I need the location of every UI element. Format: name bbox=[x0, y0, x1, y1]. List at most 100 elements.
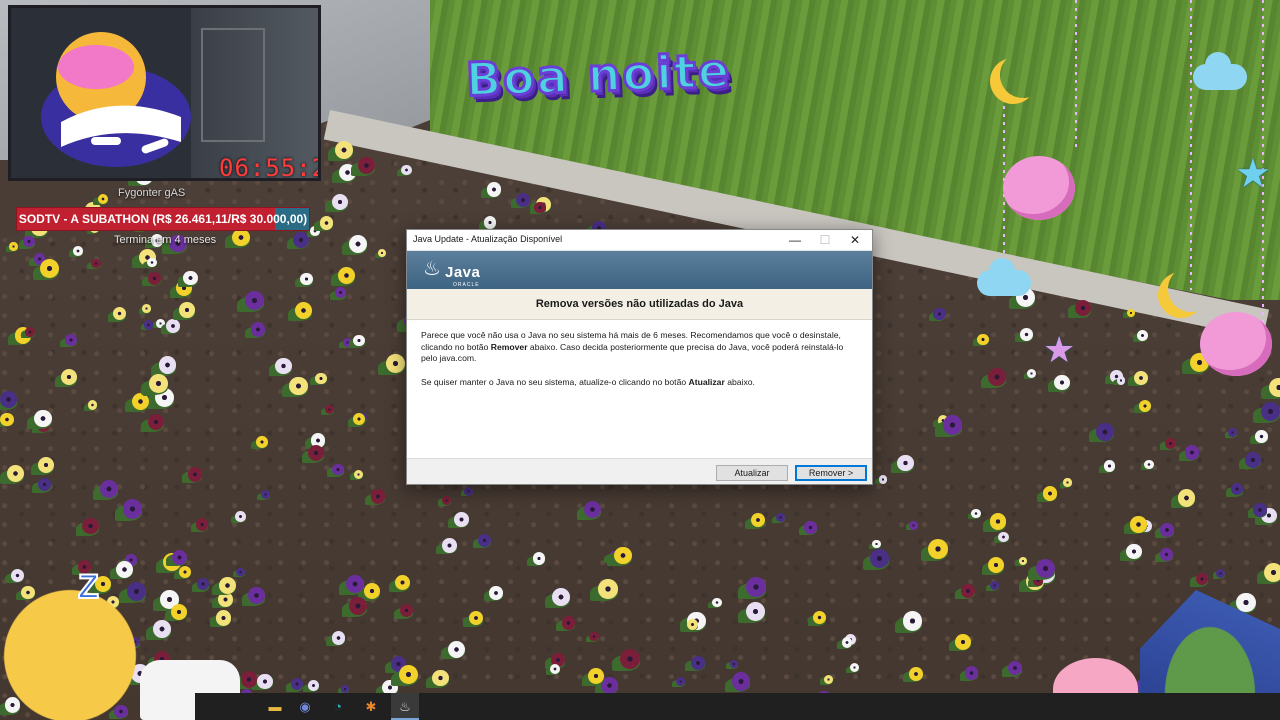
pansy bbox=[872, 540, 881, 549]
pansy bbox=[142, 304, 151, 313]
pansy bbox=[256, 436, 268, 448]
pansy bbox=[171, 603, 188, 620]
pansy bbox=[349, 597, 368, 615]
pansy bbox=[1160, 548, 1173, 561]
pansy bbox=[977, 333, 989, 346]
greeting-sticker: Boa noite bbox=[464, 42, 734, 108]
minimize-button[interactable]: — bbox=[780, 230, 810, 250]
pansy bbox=[878, 475, 888, 484]
pansy bbox=[1164, 438, 1176, 450]
java-logo-text: Java bbox=[445, 264, 481, 281]
pansy bbox=[960, 583, 975, 598]
pansy bbox=[152, 620, 171, 638]
pansy bbox=[532, 551, 546, 565]
subathon-label: SODTV - A SUBATHON (R$ 26.461,11/R$ 30.0… bbox=[18, 212, 308, 226]
pansy bbox=[971, 508, 981, 519]
pansy bbox=[147, 271, 162, 285]
pansy bbox=[1096, 422, 1114, 441]
pansy bbox=[236, 567, 245, 576]
java-cup-icon: ♨ bbox=[423, 258, 441, 280]
pansy bbox=[1126, 543, 1143, 560]
pansy bbox=[401, 165, 412, 176]
pansy bbox=[144, 320, 154, 330]
pansy bbox=[385, 354, 405, 373]
pansy bbox=[489, 586, 503, 600]
pansy bbox=[750, 513, 765, 528]
pansy bbox=[0, 412, 14, 427]
pansy bbox=[97, 193, 108, 204]
star-icon: ★ bbox=[1235, 152, 1271, 196]
zzz-icon: Z bbox=[77, 567, 100, 607]
dialog-body: Parece que você não usa o Java no seu si… bbox=[407, 320, 872, 458]
pansy bbox=[6, 464, 24, 483]
pansy bbox=[933, 307, 946, 321]
pansy bbox=[1063, 478, 1072, 487]
pansy bbox=[1184, 445, 1200, 460]
pansy bbox=[745, 602, 765, 622]
pansy bbox=[87, 399, 98, 410]
pansy bbox=[248, 587, 266, 604]
pansy bbox=[315, 372, 327, 385]
java-banner: ♨ Java ORACLE bbox=[407, 251, 872, 289]
pansy bbox=[147, 257, 157, 268]
remove-button[interactable]: Remover > bbox=[795, 465, 867, 481]
pansy bbox=[441, 495, 451, 505]
dialog-footer: Atualizar Remover > bbox=[407, 458, 872, 487]
pansy bbox=[1216, 568, 1226, 578]
app-icon[interactable]: ✱ bbox=[357, 693, 385, 720]
pansy bbox=[1020, 327, 1033, 341]
pink-sheep-icon bbox=[1003, 156, 1075, 220]
dialog-heading: Remova versões não utilizadas do Java bbox=[407, 289, 872, 320]
pansy bbox=[1134, 371, 1148, 386]
pansy bbox=[195, 518, 209, 531]
pansy bbox=[275, 358, 292, 375]
star-chain bbox=[1190, 0, 1192, 290]
pansy bbox=[1103, 460, 1116, 472]
cloud-icon bbox=[977, 258, 1031, 296]
pansy bbox=[1236, 593, 1256, 613]
pansy bbox=[9, 242, 18, 251]
moon-icon bbox=[1168, 266, 1214, 312]
webcam-shelf bbox=[201, 28, 265, 142]
pansy bbox=[955, 633, 972, 650]
oracle-logo-text: ORACLE bbox=[453, 282, 480, 288]
pansy bbox=[1054, 374, 1070, 391]
pansy bbox=[484, 216, 497, 229]
subathon-progress-bar: SODTV - A SUBATHON (R$ 26.461,11/R$ 30.0… bbox=[16, 207, 310, 231]
stream-timer: 06:55:25 bbox=[219, 154, 318, 181]
discord-icon[interactable]: ◉ bbox=[291, 693, 319, 720]
pansy bbox=[1144, 459, 1154, 469]
pansy bbox=[988, 368, 1006, 386]
java-icon[interactable]: ♨ bbox=[391, 693, 419, 720]
pansy bbox=[257, 673, 273, 689]
dialog-titlebar[interactable]: Java Update - Atualização Disponível — ☐… bbox=[407, 230, 872, 251]
moon-icon bbox=[1000, 52, 1046, 98]
pansy bbox=[432, 669, 449, 687]
edge-icon[interactable]: ◔ bbox=[324, 693, 352, 720]
dialog-title: Java Update - Atualização Disponível bbox=[413, 234, 563, 244]
pansy bbox=[0, 391, 17, 408]
pansy bbox=[82, 517, 99, 535]
pansy bbox=[534, 201, 546, 214]
maximize-button: ☐ bbox=[819, 233, 831, 247]
last-sub-name: Fygonter gAS bbox=[118, 187, 186, 199]
pansy bbox=[729, 659, 738, 669]
pansy bbox=[1245, 451, 1261, 468]
pansy bbox=[179, 302, 196, 318]
pansy bbox=[187, 467, 203, 482]
pansy bbox=[289, 376, 308, 396]
pansy bbox=[307, 680, 319, 692]
pansy bbox=[250, 322, 266, 337]
update-button[interactable]: Atualizar bbox=[716, 465, 788, 481]
pansy bbox=[1130, 516, 1147, 533]
close-button[interactable]: ✕ bbox=[840, 230, 870, 250]
pansy bbox=[1260, 401, 1280, 421]
pansy bbox=[549, 663, 560, 674]
pink-sheep-icon bbox=[1200, 312, 1272, 376]
dialog-paragraph-update: Se quiser manter o Java no seu sistema, … bbox=[421, 377, 858, 389]
pansy bbox=[589, 632, 599, 642]
pansy bbox=[1042, 486, 1057, 501]
sleeping-dog-mascot-icon bbox=[41, 32, 191, 167]
pansy bbox=[841, 636, 853, 648]
file-explorer-icon[interactable]: ▬ bbox=[261, 693, 289, 720]
